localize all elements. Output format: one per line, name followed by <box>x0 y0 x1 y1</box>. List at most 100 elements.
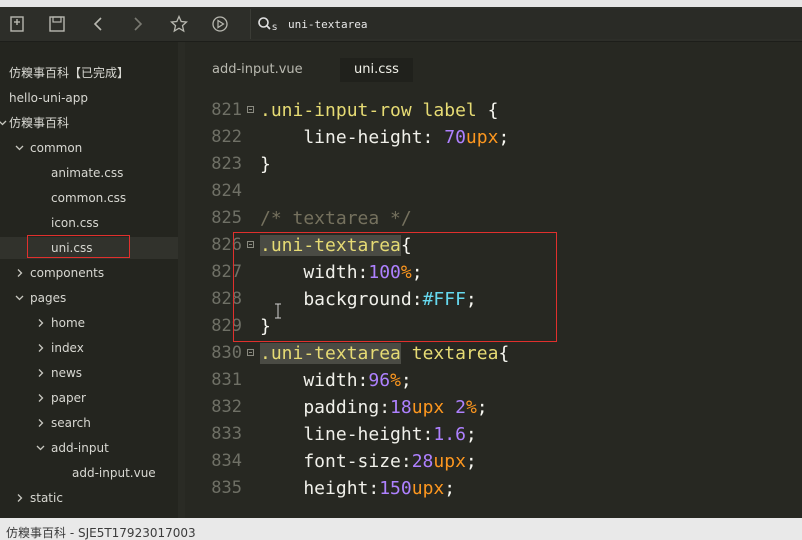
code-line[interactable]: 821 .uni-input-row label { <box>186 97 802 124</box>
code-line[interactable]: 824 <box>186 178 802 205</box>
chevron-right-icon[interactable] <box>36 312 46 334</box>
chevron-right-icon[interactable] <box>15 487 25 509</box>
back-icon[interactable] <box>89 15 107 33</box>
tree-item-label: search <box>51 416 91 430</box>
line-number: 834 <box>211 451 242 471</box>
code-line[interactable]: 835 height:150upx; <box>186 475 802 502</box>
tree-item-label: paper <box>51 391 86 405</box>
code-line[interactable]: 830 .uni-textarea textarea{ <box>186 340 802 367</box>
tree-item-label: add-input.vue <box>72 466 156 480</box>
tree-item-label: pages <box>30 291 67 305</box>
code-line[interactable]: 823} <box>186 151 802 178</box>
run-icon[interactable] <box>211 15 229 33</box>
chevron-down-icon[interactable] <box>36 437 46 459</box>
tab-uni-css[interactable]: uni.css <box>340 58 413 82</box>
code-line[interactable]: 831 width:96%; <box>186 367 802 394</box>
code-line[interactable]: 832 padding:18upx 2%; <box>186 394 802 421</box>
tree-item[interactable]: add-input.vue <box>0 462 185 484</box>
project-explorer: 仿糗事百科【已完成】 hello-uni-app 仿糗事百科 common animat… <box>0 42 185 518</box>
search-icon: s <box>257 15 283 37</box>
tree-item-label: home <box>51 316 86 330</box>
line-number: 830 <box>211 343 242 363</box>
code-token: width: <box>260 370 369 391</box>
tree-item[interactable]: search <box>0 412 185 434</box>
code-token: upx <box>411 478 445 499</box>
tree-item[interactable]: static <box>0 487 185 509</box>
code-token: textarea <box>400 343 499 364</box>
tree-item-label: animate.css <box>51 166 124 180</box>
fold-toggle-icon[interactable] <box>247 349 254 356</box>
chevron-down-icon[interactable] <box>15 137 25 159</box>
search-prefix: s <box>272 22 277 33</box>
chevron-right-icon[interactable] <box>36 412 46 434</box>
tree-item[interactable]: news <box>0 362 185 384</box>
code-line[interactable]: 834 font-size:28upx; <box>186 448 802 475</box>
sidebar-scrollbar[interactable] <box>178 42 185 518</box>
tree-item-label: add-input <box>51 441 109 455</box>
line-number: 825 <box>211 208 242 228</box>
tree-item[interactable]: pages <box>0 287 185 309</box>
tree-item[interactable]: hello-uni-app <box>0 87 185 109</box>
code-token: ; <box>498 127 510 148</box>
tree-item[interactable]: paper <box>0 387 185 409</box>
chevron-right-icon[interactable] <box>36 337 46 359</box>
tree-item[interactable]: animate.css <box>0 162 185 184</box>
code-token: font-size: <box>260 451 412 472</box>
code-token: ; <box>444 478 456 499</box>
menu-bar[interactable] <box>0 0 802 7</box>
code-token: padding: <box>260 397 391 418</box>
tab-add-input-vue[interactable]: add-input.vue <box>198 58 317 82</box>
tree-item[interactable]: home <box>0 312 185 334</box>
code-text: height:150upx; <box>260 475 455 502</box>
tree-item-label: hello-uni-app <box>9 91 89 105</box>
chevron-right-icon[interactable] <box>36 387 46 409</box>
tree-item[interactable]: components <box>0 262 185 284</box>
code-token: ; <box>465 451 477 472</box>
forward-icon[interactable] <box>129 15 147 33</box>
code-token: /* textarea */ <box>260 208 412 229</box>
tree-item-label: index <box>51 341 84 355</box>
tree-item[interactable]: 仿糗事百科【已完成】 <box>0 62 185 84</box>
chevron-down-icon[interactable] <box>0 112 8 134</box>
code-token: .uni-textarea <box>260 343 401 364</box>
tree-item[interactable]: icon.css <box>0 212 185 234</box>
code-text: width:96%; <box>260 367 411 394</box>
code-token: upx <box>465 127 499 148</box>
search-input[interactable] <box>288 14 788 34</box>
code-token: 70 <box>444 127 466 148</box>
chevron-down-icon[interactable] <box>15 287 25 309</box>
code-text: font-size:28upx; <box>260 448 477 475</box>
code-token: } <box>260 154 271 175</box>
highlight-box <box>233 232 557 342</box>
code-editor[interactable]: add-input.vue uni.css 821 .uni-input-row l… <box>186 42 802 518</box>
code-token: line-height: <box>260 127 445 148</box>
tree-item-label: components <box>30 266 105 280</box>
code-text: /* textarea */ <box>260 205 412 232</box>
tree-item-label: common.css <box>51 191 127 205</box>
code-token: height: <box>260 478 380 499</box>
line-number: 831 <box>211 370 242 390</box>
code-token: 1.6 <box>433 424 466 445</box>
code-token: 96 <box>368 370 391 391</box>
chevron-right-icon[interactable] <box>15 262 25 284</box>
line-number: 822 <box>211 127 242 147</box>
code-token: 2 <box>455 397 466 418</box>
code-text: line-height:1.6; <box>260 421 476 448</box>
code-token: 18 <box>390 397 412 418</box>
tree-item[interactable]: 仿糗事百科 <box>0 112 185 134</box>
search-box[interactable]: s <box>250 9 802 39</box>
tree-item[interactable]: common <box>0 137 185 159</box>
code-line[interactable]: 822 line-height: 70upx; <box>186 124 802 151</box>
tree-item[interactable]: add-input <box>0 437 185 459</box>
code-line[interactable]: 825 /* textarea */ <box>186 205 802 232</box>
code-line[interactable]: 833 line-height:1.6; <box>186 421 802 448</box>
star-icon[interactable] <box>170 15 188 33</box>
tree-item[interactable]: common.css <box>0 187 185 209</box>
tree-item[interactable]: index <box>0 337 185 359</box>
new-file-icon[interactable] <box>8 15 26 33</box>
save-icon[interactable] <box>48 15 66 33</box>
fold-toggle-icon[interactable] <box>247 106 254 113</box>
chevron-right-icon[interactable] <box>36 362 46 384</box>
tree-item-label: common <box>30 141 83 155</box>
